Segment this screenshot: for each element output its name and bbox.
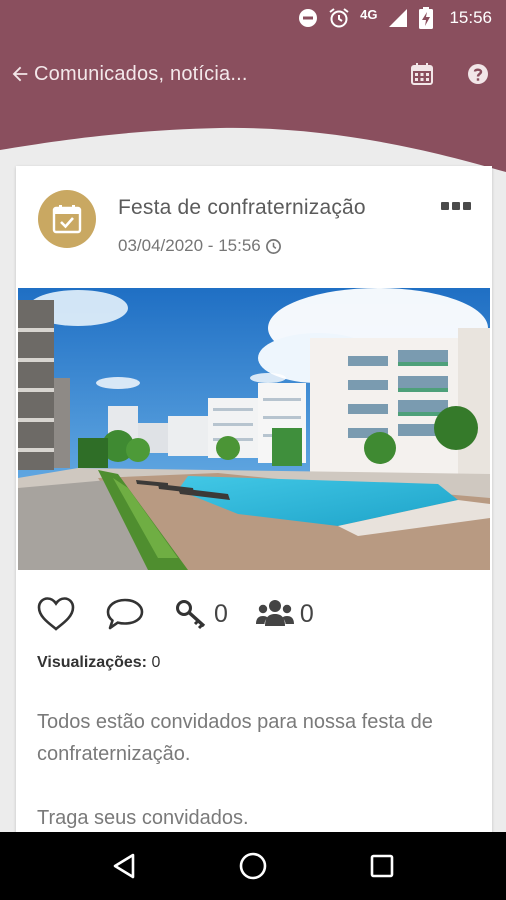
more-options-button[interactable]	[436, 194, 476, 218]
do-not-disturb-icon	[298, 8, 318, 28]
status-bar: 4G 15:56	[0, 0, 506, 36]
views-value: 0	[151, 654, 161, 671]
system-navigation-bar	[0, 832, 506, 900]
comment-icon	[106, 598, 144, 630]
heart-icon	[37, 597, 75, 631]
keys-count: 0	[214, 599, 228, 628]
square-recents-icon	[370, 854, 393, 878]
post-actions: 0 0	[36, 594, 342, 634]
calendar-button[interactable]	[394, 48, 450, 100]
signal-icon	[387, 7, 409, 29]
avatar	[38, 190, 96, 248]
nav-back-button[interactable]	[94, 836, 154, 896]
arrow-back-icon	[12, 66, 28, 82]
post-body-paragraph: Todos estão convidados para nossa festa …	[37, 711, 433, 765]
post-date: 03/04/2020 - 15:56	[118, 236, 282, 256]
views-counter: Visualizações: 0	[37, 654, 160, 672]
network-type: 4G	[360, 6, 378, 22]
clock: 15:56	[449, 8, 492, 27]
help-button[interactable]	[450, 48, 506, 100]
calendar-icon	[411, 63, 433, 85]
help-icon	[468, 64, 488, 84]
more-dot-icon	[463, 202, 471, 210]
battery-charging-icon	[419, 7, 434, 29]
nav-recents-button[interactable]	[352, 836, 412, 896]
calendar-check-icon	[52, 205, 82, 234]
circle-home-icon	[239, 852, 267, 880]
users-group-icon	[255, 600, 294, 626]
post-date-text: 03/04/2020 - 15:56	[118, 236, 261, 255]
app-bar: Comunicados, notícia...	[0, 48, 506, 100]
post-body-paragraph: Traga seus convidados.	[37, 807, 249, 829]
post-card[interactable]: Festa de confraternização 03/04/2020 - 1…	[16, 166, 492, 866]
post-title: Festa de confraternização	[118, 196, 366, 219]
comment-button[interactable]	[104, 596, 146, 632]
more-dot-icon	[452, 202, 460, 210]
post-image[interactable]	[18, 288, 490, 570]
nav-home-button[interactable]	[223, 836, 283, 896]
page-title: Comunicados, notícia...	[34, 62, 248, 85]
triangle-back-icon	[114, 853, 135, 879]
more-dot-icon	[441, 202, 449, 210]
alarm-icon	[328, 7, 350, 29]
groups-button[interactable]: 0	[255, 598, 314, 630]
key-icon	[176, 600, 206, 630]
clock-icon	[265, 238, 281, 254]
keys-button[interactable]: 0	[174, 597, 228, 631]
like-button[interactable]	[36, 596, 76, 632]
groups-count: 0	[299, 599, 314, 628]
views-label: Visualizações:	[37, 654, 147, 671]
post-header: Festa de confraternização 03/04/2020 - 1…	[16, 166, 492, 288]
